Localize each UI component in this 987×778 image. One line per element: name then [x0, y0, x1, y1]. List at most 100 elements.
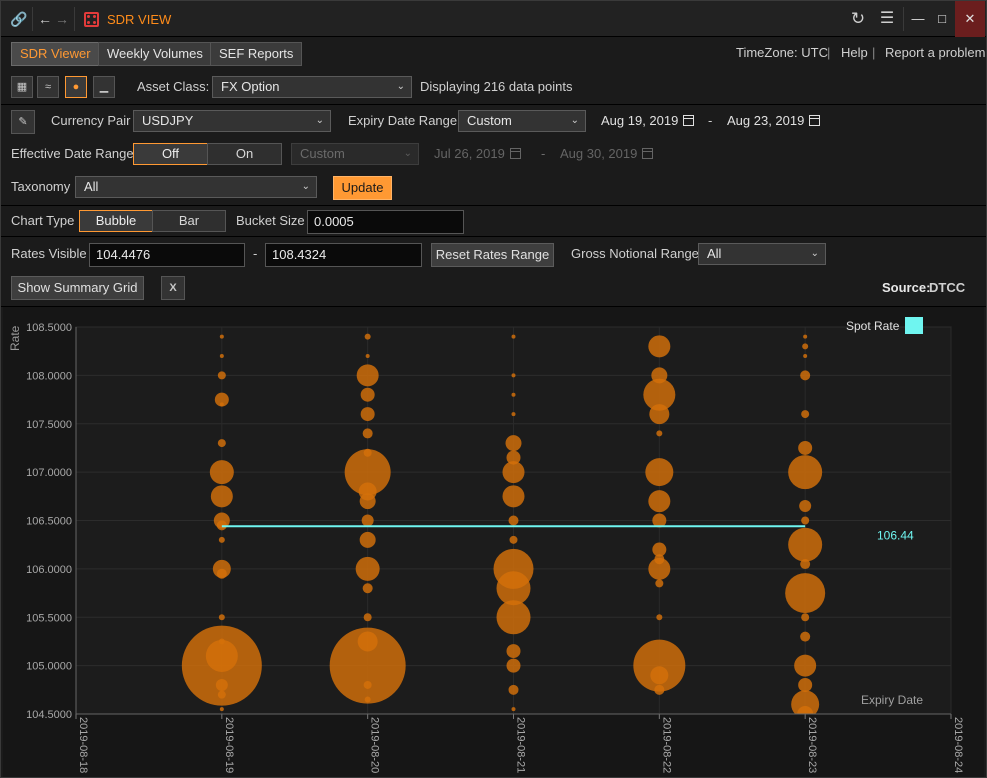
expiry-range-value: Custom [467, 113, 512, 128]
y-tick-label: 107.5000 [26, 419, 72, 431]
expiry-from-date[interactable]: Aug 19, 2019 [601, 110, 695, 132]
refresh-icon[interactable]: ↻ [847, 1, 869, 37]
tab-sef-reports[interactable]: SEF Reports [210, 42, 303, 66]
calendar-icon[interactable] [642, 148, 654, 159]
bubble-type-toggle[interactable]: Bubble [79, 210, 153, 232]
bubble-point [508, 515, 519, 526]
y-tick-label: 108.0000 [26, 370, 72, 382]
bubble-point [656, 614, 663, 621]
update-button[interactable]: Update [333, 176, 392, 200]
bubble-point [649, 404, 670, 425]
expiry-from-value: Aug 19, 2019 [601, 113, 679, 128]
forward-arrow-icon[interactable]: → [55, 1, 69, 37]
y-tick-label: 108.5000 [26, 322, 72, 334]
bubble-chart-svg[interactable]: 108.5000 108.0000 107.5000 107.0000 106.5000… [3, 307, 984, 777]
currency-pair-label: Currency Pair [51, 113, 131, 128]
divider [1, 104, 986, 105]
bubble-point [217, 439, 226, 448]
rates-max-input[interactable]: 108.4324 [265, 243, 422, 267]
bubble-point [215, 678, 228, 691]
bubble-point [357, 631, 378, 652]
bubble-point [356, 364, 379, 387]
y-tick-label: 105.0000 [26, 661, 72, 673]
bubble-point [364, 696, 371, 703]
bubble-chart[interactable]: 108.5000 108.0000 107.5000 107.0000 106.5000… [3, 307, 984, 777]
taxonomy-select[interactable]: All ⌄ [75, 176, 317, 198]
rates-min-input[interactable]: 104.4476 [89, 243, 245, 267]
report-problem-link[interactable]: Report a problem [885, 42, 985, 64]
bubble-point [218, 536, 225, 543]
calendar-icon[interactable] [809, 115, 821, 126]
bubble-point [511, 707, 516, 712]
gross-notional-label: Gross Notional Range [571, 246, 699, 261]
line-chart-icon[interactable]: ≈ [37, 76, 59, 98]
bubble-point [654, 684, 665, 695]
hamburger-menu-icon[interactable]: ☰ [876, 1, 898, 37]
bubble-point [216, 568, 227, 579]
source-dtcc-link[interactable]: DTCC [929, 277, 965, 299]
bubble-point [656, 430, 663, 437]
asset-class-select[interactable]: FX Option ⌄ [212, 76, 412, 98]
link-separator: | [827, 45, 831, 60]
effective-off-toggle[interactable]: Off [133, 143, 208, 165]
bubble-point [209, 460, 234, 485]
bubble-point [210, 485, 233, 508]
pin-icon[interactable]: ✎ [11, 110, 35, 134]
bubble-point [788, 527, 823, 562]
show-summary-grid-button[interactable]: Show Summary Grid [11, 276, 144, 300]
expiry-to-date[interactable]: Aug 23, 2019 [727, 110, 821, 132]
effective-range-select[interactable]: Custom ⌄ [291, 143, 419, 165]
title-separator [74, 7, 75, 31]
bar-type-toggle[interactable]: Bar [152, 210, 226, 232]
maximize-button[interactable]: □ [927, 1, 957, 37]
bar-chart-icon[interactable]: ▁ [93, 76, 115, 98]
calendar-icon[interactable] [509, 148, 521, 159]
bubble-point [506, 658, 521, 673]
legend-swatch [905, 317, 923, 334]
tab-sdr-viewer[interactable]: SDR Viewer [11, 42, 100, 66]
bubble-point [802, 343, 809, 350]
help-link[interactable]: Help [841, 42, 868, 64]
bubble-chart-icon[interactable]: ● [65, 76, 87, 98]
close-button[interactable]: ✕ [955, 1, 985, 37]
excel-export-icon[interactable]: X [161, 276, 185, 300]
bubble-point [800, 559, 811, 570]
x-tick-label: 2019-08-20 [369, 717, 381, 773]
chevron-down-icon: ⌄ [301, 181, 310, 192]
bubble-point [803, 334, 808, 339]
bubble-point [788, 455, 823, 490]
grid-view-icon[interactable]: ▦ [11, 76, 33, 98]
bubble-point [359, 493, 376, 510]
effective-range-value: Custom [300, 146, 345, 161]
bubble-point [801, 410, 810, 419]
bucket-size-input[interactable]: 0.0005 [307, 210, 464, 234]
back-arrow-icon[interactable]: ← [38, 1, 52, 37]
bubble-point [365, 354, 370, 359]
effective-to-date[interactable]: Aug 30, 2019 [560, 143, 654, 165]
bucket-size-label: Bucket Size [236, 213, 305, 228]
bubble-point [217, 371, 226, 380]
bubble-point [799, 499, 812, 512]
bubble-point [655, 579, 664, 588]
bubble-point [508, 684, 519, 695]
gross-notional-select[interactable]: All ⌄ [698, 243, 826, 265]
app-title: SDR VIEW [107, 12, 172, 27]
calendar-icon[interactable] [683, 115, 695, 126]
expiry-range-select[interactable]: Custom ⌄ [458, 110, 586, 132]
tab-weekly-volumes[interactable]: Weekly Volumes [98, 42, 212, 66]
rates-dash: - [253, 246, 258, 261]
bubble-point [506, 450, 521, 465]
gross-notional-value: All [707, 246, 722, 261]
bubble-point [496, 571, 531, 606]
effective-on-toggle[interactable]: On [207, 143, 282, 165]
bubble-point [217, 690, 226, 699]
bubble-point [794, 654, 817, 677]
reset-rates-button[interactable]: Reset Rates Range [431, 243, 554, 267]
date-dash: - [708, 113, 713, 128]
currency-pair-select[interactable]: USDJPY ⌄ [133, 110, 331, 132]
bubble-point [798, 440, 813, 455]
effective-from-date[interactable]: Jul 26, 2019 [434, 143, 521, 165]
tab-row: SDR Viewer Weekly Volumes SEF Reports Ti… [1, 38, 986, 70]
link-icon[interactable]: 🔗 [9, 1, 29, 37]
bubble-point [801, 516, 810, 525]
